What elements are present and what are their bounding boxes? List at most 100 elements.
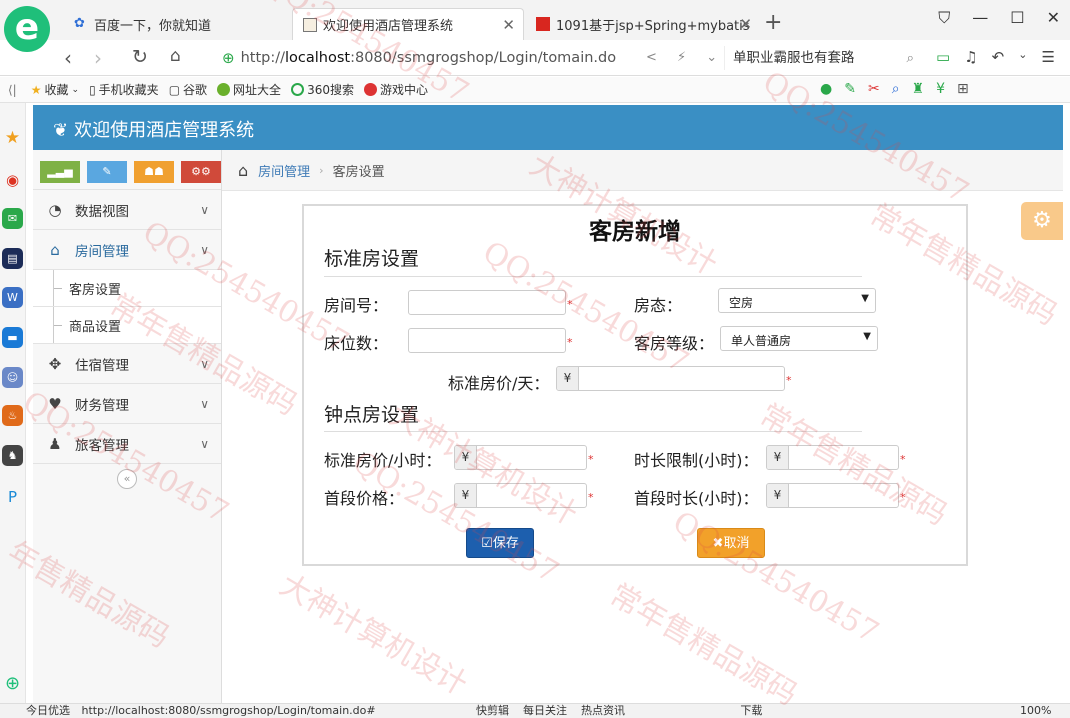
tab-title: 1091基于jsp+Spring+mybatis <box>556 18 750 34</box>
sidebar-item-rooms[interactable]: ⌂ 房间管理 ∨ <box>33 229 221 269</box>
search-box[interactable]: 单职业霸服也有套路 ⌕ <box>724 46 920 70</box>
gamepad-icon[interactable]: ♜ <box>912 81 925 97</box>
weibo-icon[interactable]: ◉ <box>2 170 23 191</box>
refresh-button[interactable]: ↻ <box>132 46 148 68</box>
status-recommend[interactable]: 今日优选 <box>26 704 70 717</box>
mail-icon[interactable]: ✉ <box>2 208 23 229</box>
game-icon <box>363 83 377 96</box>
status-item[interactable]: 每日关注 <box>523 704 567 717</box>
skin-icon[interactable]: ⛉ <box>938 8 950 28</box>
breadcrumb-parent[interactable]: 房间管理 <box>258 161 310 180</box>
bookmark-label: 网址大全 <box>233 83 282 97</box>
favorite-star-icon[interactable]: ★ <box>2 128 23 149</box>
cancel-button-label: 取消 <box>723 536 750 551</box>
app-sidebar: ▂▃▅ ✎ ☗☗ ⚙⚙ ◔ 数据视图 ∨ ⌂ 房间管理 ∨ 客房设置 商品设置 … <box>33 150 222 706</box>
battery-icon[interactable]: ▭ <box>936 48 950 66</box>
room-level-value: 单人普通房 <box>731 334 792 348</box>
sidebar-item-finance[interactable]: ♥ 财务管理 ∨ <box>33 383 221 423</box>
share-icon[interactable]: < ⚡ ⌄ <box>646 50 725 65</box>
bookmark-item[interactable]: ★ 收藏 ⌄ <box>31 81 79 98</box>
cogs-button[interactable]: ⚙⚙ <box>181 161 221 183</box>
search-text: 单职业霸服也有套路 <box>733 50 855 66</box>
currency-addon: ¥ <box>557 367 579 390</box>
hourly-price-field[interactable]: ¥ <box>454 445 587 470</box>
sidebar-item-label: 旅客管理 <box>75 437 129 454</box>
close-icon[interactable]: ✕ <box>739 15 752 33</box>
search-icon[interactable]: ⌕ <box>906 46 914 70</box>
currency-addon: ¥ <box>455 484 477 507</box>
tab-jsp[interactable]: 1091基于jsp+Spring+mybatis ✕ <box>526 8 760 40</box>
p-app-icon[interactable]: P <box>2 487 23 508</box>
signal-button[interactable]: ▂▃▅ <box>40 161 80 183</box>
minimize-button[interactable]: — <box>972 8 988 28</box>
app-title: ❦ 欢迎使用酒店管理系统 <box>53 116 254 142</box>
magnifier-icon[interactable]: ⌕ <box>892 81 900 97</box>
room-number-label: 房间号： <box>324 296 389 315</box>
bookmark-item[interactable]: 网址大全 <box>217 81 281 98</box>
game-icon[interactable]: ♞ <box>2 445 23 466</box>
submenu-room-settings[interactable]: 客房设置 <box>33 269 221 307</box>
pencil-button[interactable]: ✎ <box>87 161 127 183</box>
forward-button[interactable]: › <box>94 46 102 70</box>
room-number-input[interactable] <box>408 290 566 315</box>
time-limit-field[interactable]: ¥ <box>766 445 899 470</box>
room-status-select[interactable]: 空房 ▼ <box>718 288 876 313</box>
daily-price-field[interactable]: ¥ <box>556 366 785 391</box>
breadcrumb-separator: › <box>319 163 324 177</box>
chat-bubble-icon[interactable]: ▬ <box>2 327 23 348</box>
submenu-goods-settings[interactable]: 商品设置 <box>33 306 221 344</box>
status-item[interactable]: 快剪辑 <box>476 704 509 717</box>
settings-gear-icon[interactable]: ⚙ <box>1021 202 1063 240</box>
bookmark-item[interactable]: ▯ 手机收藏夹 <box>89 81 159 98</box>
first-duration-field[interactable]: ¥ <box>766 483 899 508</box>
url-host: localhost <box>285 50 351 66</box>
first-price-label: 首段价格： <box>324 489 405 508</box>
word-icon[interactable]: W <box>2 287 23 308</box>
sidebar-item-dashboard[interactable]: ◔ 数据视图 ∨ <box>33 189 221 229</box>
sidebar-item-lodging[interactable]: ✥ 住宿管理 ∨ <box>33 343 221 383</box>
chevron-down-icon[interactable]: ⌄ <box>1018 48 1027 66</box>
save-button[interactable]: ☑保存 <box>466 528 534 558</box>
cancel-button[interactable]: ✖取消 <box>697 528 765 558</box>
grid-icon[interactable]: ⊞ <box>957 81 969 97</box>
close-window-button[interactable]: ✕ <box>1047 8 1060 28</box>
plus-icon <box>217 83 231 96</box>
beds-input[interactable] <box>408 328 566 353</box>
collapse-icon[interactable]: « <box>117 469 137 489</box>
room-add-form: 客房新增 标准房设置 房间号： * 房态： 空房 ▼ 床位数： * 客房等级： … <box>302 204 968 566</box>
menu-icon[interactable]: ☰ <box>1041 48 1054 66</box>
close-icon[interactable]: ✕ <box>502 16 515 34</box>
bookmark-item[interactable]: 360搜索 <box>291 81 354 98</box>
new-tab-button[interactable]: + <box>764 10 782 35</box>
zoom-level[interactable]: 100% <box>1020 704 1051 718</box>
game-avatar-icon[interactable]: ☺ <box>2 367 23 388</box>
chat-icon[interactable]: ● <box>820 81 832 97</box>
plus-circle-icon[interactable]: ⊕ <box>2 673 23 694</box>
scissors-icon[interactable]: ✂ <box>868 81 880 97</box>
bookmark-item[interactable]: ▢ 谷歌 <box>169 81 207 98</box>
money-icon[interactable]: ¥ <box>936 81 945 97</box>
tab-hotel[interactable]: 欢迎使用酒店管理系统 ✕ <box>292 8 524 40</box>
bookmark-item[interactable]: 游戏中心 <box>363 81 428 98</box>
back-button[interactable]: ‹ <box>64 46 72 70</box>
tab-baidu[interactable]: ✿ 百度一下，你就知道 <box>64 8 290 40</box>
first-price-field[interactable]: ¥ <box>454 483 587 508</box>
group-button[interactable]: ☗☗ <box>134 161 174 183</box>
maximize-button[interactable]: ☐ <box>1010 8 1024 28</box>
headphone-icon[interactable]: ♫ <box>964 48 977 66</box>
chevron-down-icon: ∨ <box>200 242 209 257</box>
sidebar-toggle-icon[interactable]: ⟨| <box>8 83 17 97</box>
home-icon[interactable]: ⌂ <box>238 161 248 180</box>
home-button[interactable]: ⌂ <box>170 46 181 66</box>
sidebar-item-label: 住宿管理 <box>75 357 129 374</box>
room-level-select[interactable]: 单人普通房 ▼ <box>720 326 878 351</box>
undo-icon[interactable]: ↶ <box>992 48 1005 66</box>
sidebar-item-guests[interactable]: ♟ 旅客管理 ∨ <box>33 423 221 463</box>
address-bar[interactable]: ⊕ http://localhost:8080/ssmgrogshop/Logi… <box>222 45 712 71</box>
status-item[interactable]: 热点资讯 <box>581 704 625 717</box>
status-item[interactable]: 下载 <box>740 704 762 717</box>
user-icon: ♟ <box>48 434 62 453</box>
game-icon[interactable]: ♨ <box>2 405 23 426</box>
translate-icon[interactable]: ✎ <box>844 81 856 97</box>
news-icon[interactable]: ▤ <box>2 248 23 269</box>
